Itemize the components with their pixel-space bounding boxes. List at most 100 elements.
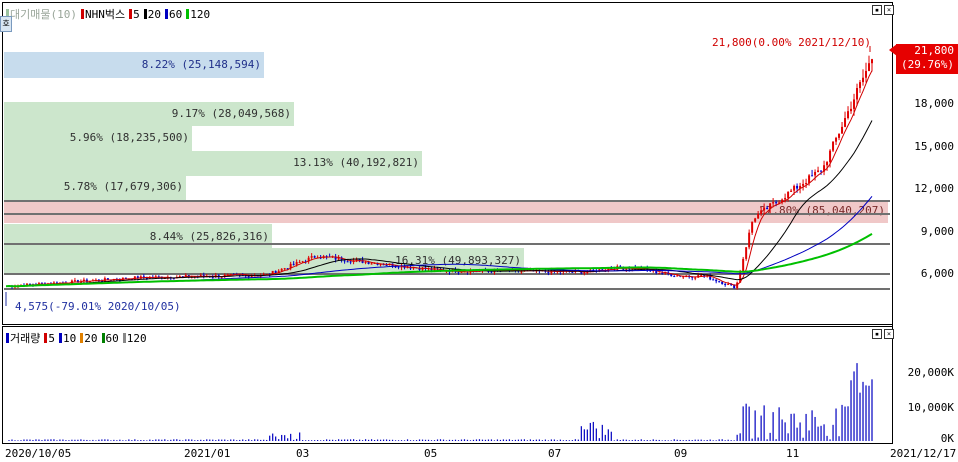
volume-legend-item[interactable]: 60 — [101, 332, 119, 345]
volume-bar — [484, 439, 487, 441]
volume-bar — [871, 379, 873, 441]
volume-bar — [212, 439, 214, 441]
volume-legend-item[interactable]: 5 — [44, 332, 55, 345]
x-tick-09: 09 — [674, 447, 688, 460]
volume-bar — [595, 428, 597, 441]
volume-bar — [682, 440, 684, 441]
volume-bar — [727, 439, 729, 441]
volume-bar — [116, 440, 118, 441]
volume-bar — [251, 440, 253, 441]
legend-swatch — [59, 332, 62, 343]
volume-bar — [841, 404, 843, 441]
volume-bar — [625, 439, 627, 441]
volume-bar — [227, 440, 229, 441]
price-legend-item[interactable]: 60 — [164, 8, 182, 21]
volume-bar — [853, 371, 855, 441]
volume-bar — [865, 385, 867, 441]
x-tick-2021-01: 2021/01 — [184, 447, 231, 460]
volume-bar — [550, 439, 552, 441]
volume-bar — [619, 440, 621, 441]
volume-legend-item[interactable]: 10 — [59, 332, 76, 345]
legend-swatch — [129, 8, 133, 19]
volume-bar — [89, 440, 91, 441]
volume-bar — [406, 439, 409, 441]
legend-swatch — [80, 332, 84, 343]
volume-bar — [826, 435, 828, 441]
volume-bar — [814, 416, 816, 441]
volume-bar — [188, 439, 190, 441]
volume-bar — [44, 439, 46, 441]
volume-bar — [92, 439, 94, 441]
price-legend-item[interactable]: NHN벅스 — [80, 6, 125, 22]
volume-panel-buttons: ▪ × — [872, 329, 894, 339]
volume-bar — [577, 439, 579, 441]
minimize-icon[interactable]: ▪ — [872, 329, 882, 339]
volume-bar — [385, 439, 388, 441]
x-tick-11: 11 — [786, 447, 800, 460]
volume-bar — [146, 440, 148, 441]
volume-bar — [355, 440, 358, 441]
volume-bar — [56, 440, 58, 441]
volume-bar — [329, 439, 331, 441]
volume-bar — [314, 440, 316, 441]
price-legend-item[interactable]: 대기매물(10) — [6, 6, 77, 22]
volume-bar — [736, 434, 738, 441]
volume-bar — [475, 439, 478, 441]
corner-button[interactable]: 호 — [0, 16, 12, 32]
volume-bar — [290, 433, 292, 441]
volume-bar — [403, 440, 406, 441]
volume-bar — [544, 439, 546, 441]
volume-bar — [640, 439, 642, 441]
x-tick-start: 2020/10/05 — [5, 447, 72, 460]
volume-chart[interactable] — [0, 0, 958, 462]
volume-bar — [245, 440, 247, 441]
close-icon[interactable]: × — [884, 329, 894, 339]
volume-bar — [748, 406, 750, 441]
volume-bar — [427, 439, 430, 441]
volume-bar — [823, 424, 825, 441]
volume-bar — [553, 439, 555, 441]
volume-bar — [302, 440, 304, 441]
volume-bar — [323, 440, 325, 441]
close-icon[interactable]: × — [884, 5, 894, 15]
volume-bar — [808, 430, 810, 441]
price-legend-item[interactable]: 120 — [186, 8, 210, 21]
legend-label: 20 — [147, 7, 161, 21]
volume-bars — [8, 363, 873, 441]
volume-legend-item[interactable]: 거래량 — [6, 330, 40, 346]
volume-legend-item[interactable]: 120 — [122, 332, 147, 345]
volume-bar — [511, 440, 514, 441]
volume-bar — [373, 440, 376, 441]
volume-bar — [778, 407, 780, 441]
volume-bar — [59, 439, 61, 441]
volume-bar — [179, 439, 181, 441]
volume-bar — [41, 440, 43, 441]
volume-bar — [712, 440, 714, 441]
volume-bar — [206, 439, 208, 441]
volume-bar — [457, 440, 460, 441]
price-legend: 대기매물(10) NHN벅스 5 20 60 120 — [6, 6, 210, 22]
volume-bar — [23, 439, 25, 441]
price-tick-15000: 15,000 — [914, 140, 954, 153]
volume-bar — [203, 440, 205, 441]
volume-bar — [424, 439, 427, 441]
volume-bar — [697, 439, 699, 441]
volume-bar — [391, 439, 394, 441]
volume-bar — [209, 439, 211, 441]
volume-bar — [361, 440, 364, 441]
volume-bar — [562, 440, 564, 441]
price-tick-18000: 18,000 — [914, 97, 954, 110]
volume-bar — [652, 439, 654, 441]
x-tick-05: 05 — [424, 447, 438, 460]
minimize-icon[interactable]: ▪ — [872, 5, 882, 15]
volume-legend-item[interactable]: 20 — [80, 332, 98, 345]
price-tick-12000: 12,000 — [914, 182, 954, 195]
volume-bar — [817, 426, 819, 441]
volume-bar — [158, 439, 160, 441]
volume-bar — [601, 424, 603, 441]
price-legend-item[interactable]: 5 — [129, 8, 140, 21]
volume-bar — [352, 439, 355, 441]
price-legend-item[interactable]: 20 — [143, 7, 161, 21]
volume-bar — [730, 440, 732, 441]
volume-bar — [616, 439, 618, 441]
